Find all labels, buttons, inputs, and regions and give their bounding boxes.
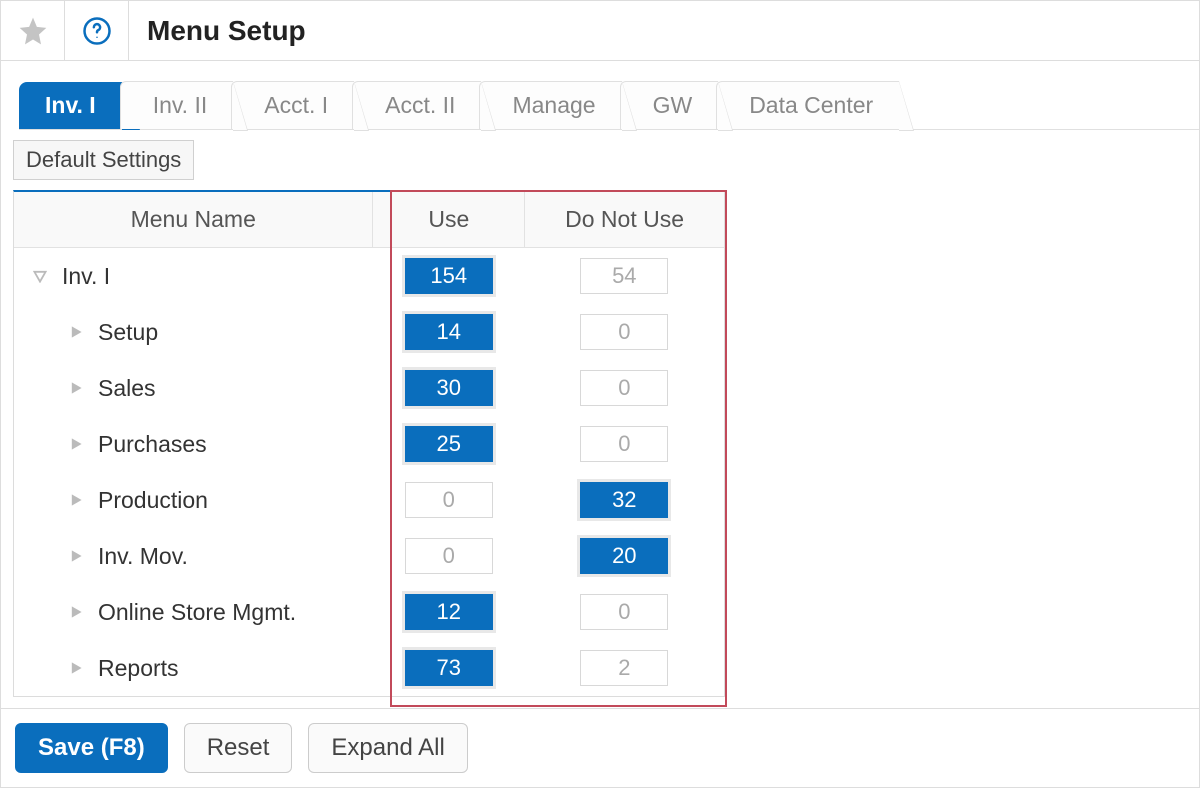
table-row: Online Store Mgmt. 12 0 (14, 584, 724, 640)
tab-acct-i[interactable]: Acct. I (231, 81, 354, 129)
do-not-use-count[interactable]: 0 (580, 370, 668, 406)
expand-icon[interactable] (66, 658, 86, 678)
table-row: Reports 73 2 (14, 640, 724, 696)
do-not-use-count[interactable]: 0 (580, 426, 668, 462)
expand-icon[interactable] (66, 378, 86, 398)
table-area: Menu Name Use Do Not Use Inv. I 154 54 Setu… (1, 180, 1199, 697)
use-count[interactable]: 73 (405, 650, 493, 686)
expand-icon[interactable] (66, 322, 86, 342)
table-row: Inv. I 154 54 (14, 248, 724, 305)
reset-button[interactable]: Reset (184, 723, 293, 773)
do-not-use-count[interactable]: 2 (580, 650, 668, 686)
tab-inv-ii[interactable]: Inv. II (120, 81, 234, 129)
expand-icon[interactable] (66, 602, 86, 622)
table-row: Production 0 32 (14, 472, 724, 528)
table-row: Setup 14 0 (14, 304, 724, 360)
tab-inv-i[interactable]: Inv. I (19, 82, 122, 129)
do-not-use-count[interactable]: 0 (580, 594, 668, 630)
collapse-icon[interactable] (30, 266, 50, 286)
tab-acct-ii[interactable]: Acct. II (352, 81, 481, 129)
column-header-do-not-use: Do Not Use (525, 192, 724, 248)
tabs-container: Inv. IInv. IIAcct. IAcct. IIManageGWData… (1, 61, 1199, 130)
menu-table: Menu Name Use Do Not Use Inv. I 154 54 Setu… (14, 192, 724, 696)
row-label: Sales (98, 375, 156, 402)
header: Menu Setup (1, 1, 1199, 61)
subbar: Default Settings (1, 130, 1199, 180)
row-label: Reports (98, 655, 179, 682)
do-not-use-count[interactable]: 54 (580, 258, 668, 294)
footer: Save (F8) Reset Expand All (1, 708, 1199, 787)
page-title: Menu Setup (129, 15, 306, 47)
tab-manage[interactable]: Manage (479, 81, 621, 129)
do-not-use-count[interactable]: 32 (580, 482, 668, 518)
do-not-use-count[interactable]: 20 (580, 538, 668, 574)
use-count[interactable]: 0 (405, 538, 493, 574)
use-count[interactable]: 25 (405, 426, 493, 462)
expand-icon[interactable] (66, 490, 86, 510)
save-button[interactable]: Save (F8) (15, 723, 168, 773)
expand-all-button[interactable]: Expand All (308, 723, 467, 773)
use-count[interactable]: 0 (405, 482, 493, 518)
table-row: Sales 30 0 (14, 360, 724, 416)
column-header-use: Use (373, 192, 525, 248)
table-row: Purchases 25 0 (14, 416, 724, 472)
column-header-name: Menu Name (14, 192, 373, 248)
row-label: Setup (98, 319, 158, 346)
use-count[interactable]: 154 (405, 258, 493, 294)
table-row: Inv. Mov. 0 20 (14, 528, 724, 584)
do-not-use-count[interactable]: 0 (580, 314, 668, 350)
favorite-star-icon[interactable] (1, 1, 65, 60)
row-label: Inv. Mov. (98, 543, 188, 570)
use-count[interactable]: 14 (405, 314, 493, 350)
default-settings-button[interactable]: Default Settings (13, 140, 194, 180)
help-icon[interactable] (65, 1, 129, 60)
row-label: Online Store Mgmt. (98, 599, 296, 626)
row-label: Inv. I (62, 263, 110, 290)
use-count[interactable]: 30 (405, 370, 493, 406)
row-label: Production (98, 487, 208, 514)
row-label: Purchases (98, 431, 207, 458)
expand-icon[interactable] (66, 434, 86, 454)
expand-icon[interactable] (66, 546, 86, 566)
use-count[interactable]: 12 (405, 594, 493, 630)
tab-data-center[interactable]: Data Center (716, 81, 899, 129)
